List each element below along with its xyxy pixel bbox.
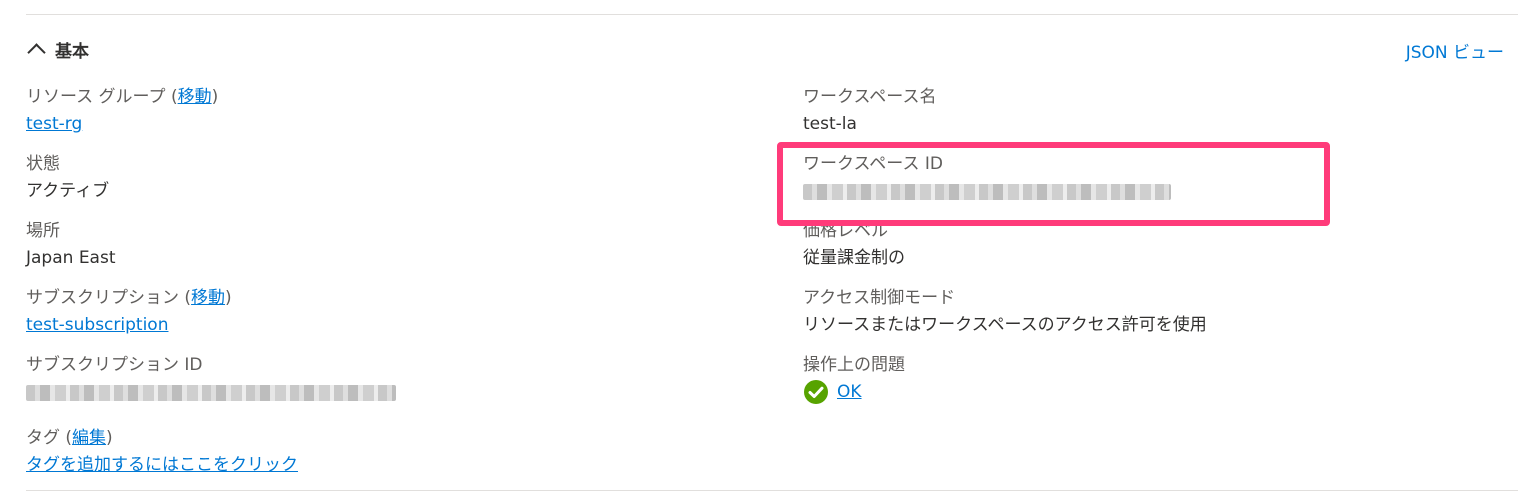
section-title: 基本 [55,41,89,62]
subscription-id-redacted [26,385,396,401]
workspace-id-property: ワークスペース ID [803,151,1207,218]
pricing-tier-property: 価格レベル 従量課金制の [803,218,1207,285]
subscription-move-link[interactable]: 移動 [191,288,225,308]
access-control-mode-property: アクセス制御モード リソースまたはワークスペースのアクセス許可を使用 [803,285,1207,352]
status-label: 状態 [26,154,60,174]
bottom-divider [26,490,1518,491]
json-view-link[interactable]: JSON ビュー [1406,38,1504,63]
workspace-name-label: ワークスペース名 [803,87,937,107]
subscription-id-label: サブスクリプション ID [26,355,203,375]
top-divider [26,14,1518,15]
access-control-mode-value: リソースまたはワークスペースのアクセス許可を使用 [803,315,1207,335]
resource-group-label: リソース グループ (移動) [26,87,219,107]
left-properties: リソース グループ (移動) test-rg 状態 アクティブ 場所 Japan… [26,84,396,492]
chevron-up-icon [27,43,46,62]
workspace-id-label: ワークスペース ID [803,154,943,174]
operational-issues-ok-link[interactable]: OK [837,378,862,406]
subscription-property: サブスクリプション (移動) test-subscription [26,285,396,352]
essentials-toggle[interactable]: 基本 [27,36,89,62]
operational-issues-property: 操作上の問題 OK [803,352,1207,419]
access-control-mode-label: アクセス制御モード [803,288,956,308]
tags-edit-link[interactable]: 編集 [72,428,106,448]
resource-group-property: リソース グループ (移動) test-rg [26,84,396,151]
status-value: アクティブ [26,181,110,201]
subscription-id-property: サブスクリプション ID [26,352,396,419]
tags-label: タグ (編集) [26,428,113,448]
workspace-name-property: ワークスペース名 test-la [803,84,1207,151]
checkmark-circle-icon [804,380,828,404]
tags-property: タグ (編集) タグを追加するにはここをクリック [26,425,396,492]
location-property: 場所 Japan East [26,218,396,285]
location-value: Japan East [26,248,116,268]
workspace-name-value: test-la [803,114,857,134]
location-label: 場所 [26,221,60,241]
add-tags-link[interactable]: タグを追加するにはここをクリック [26,455,298,475]
pricing-tier-value: 従量課金制の [803,248,905,268]
right-properties: ワークスペース名 test-la ワークスペース ID 価格レベル 従量課金制の… [803,84,1207,419]
operational-issues-label: 操作上の問題 [803,355,905,375]
pricing-tier-label: 価格レベル [803,221,888,241]
resource-group-value-link[interactable]: test-rg [26,114,82,134]
workspace-id-redacted [803,184,1171,200]
subscription-value-link[interactable]: test-subscription [26,315,168,335]
status-property: 状態 アクティブ [26,151,396,218]
subscription-label: サブスクリプション (移動) [26,288,232,308]
resource-group-move-link[interactable]: 移動 [178,87,212,107]
